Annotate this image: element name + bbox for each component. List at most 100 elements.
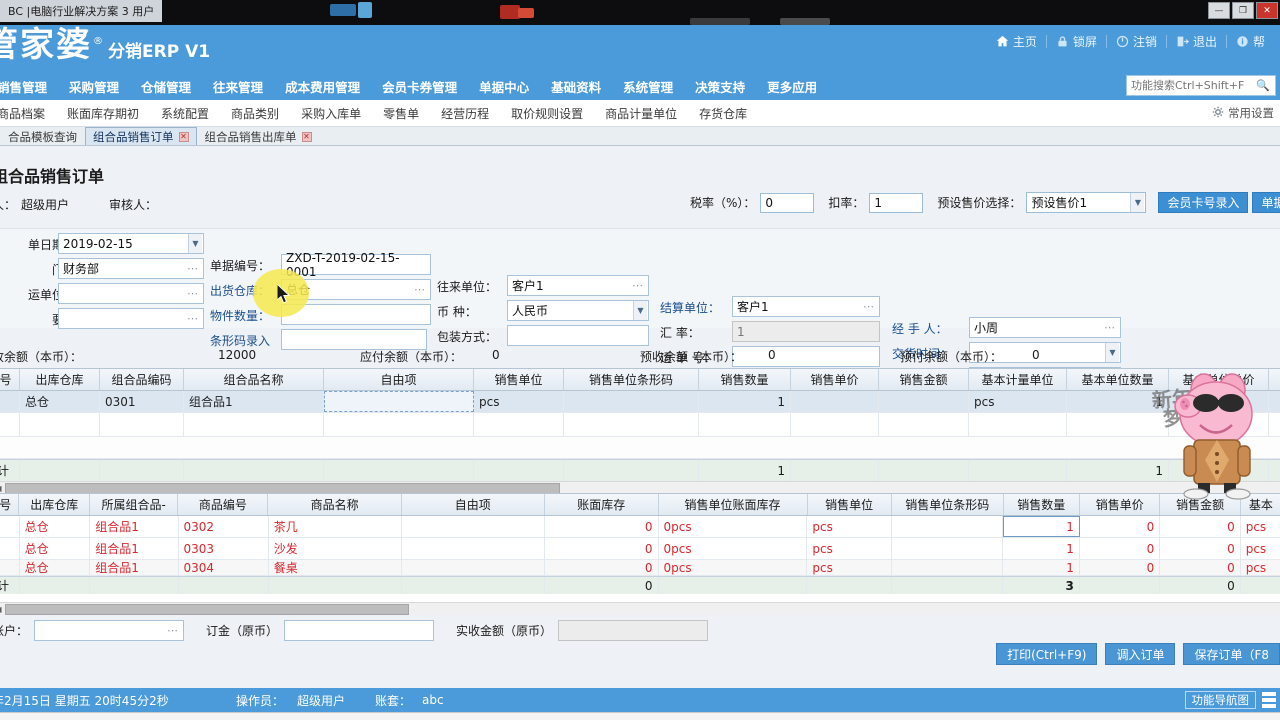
cell-sales-unit-book-inventory[interactable]: 0pcs bbox=[659, 538, 808, 559]
menu-item-decision[interactable]: 决策支持 bbox=[684, 77, 756, 96]
cell-sales-unit-barcode[interactable] bbox=[892, 538, 1004, 559]
tax-rate-input[interactable]: 0 bbox=[760, 193, 814, 213]
document-assistant-button[interactable]: 单据助手 bbox=[1252, 192, 1280, 213]
col-book-inventory[interactable]: 账面库存 bbox=[545, 494, 659, 515]
search-input[interactable] bbox=[1127, 78, 1255, 93]
menu-item-transactions[interactable]: 往来管理 bbox=[202, 77, 274, 96]
menu-item-more-apps[interactable]: 更多应用 bbox=[756, 77, 828, 96]
summary-input[interactable]: ⋯ bbox=[58, 308, 204, 329]
cell-sales-unit[interactable]: pcs bbox=[474, 391, 564, 412]
col-sales-unit-barcode[interactable]: 销售单位条形码 bbox=[564, 369, 699, 390]
close-button[interactable]: ✕ bbox=[1256, 2, 1278, 19]
cell-sales-unit[interactable] bbox=[474, 413, 564, 436]
cell-book-inventory[interactable]: 0 bbox=[545, 516, 659, 537]
cell-free-item[interactable] bbox=[324, 413, 474, 436]
cell-outbound-warehouse[interactable]: 总仓 bbox=[20, 560, 91, 575]
cell-product-name[interactable]: 沙发 bbox=[269, 538, 402, 559]
col-sales-price[interactable]: 销售单价 bbox=[1080, 494, 1160, 515]
table-row[interactable]: 总仓 组合品1 0303 沙发 0 0pcs pcs 1 0 0 pcs bbox=[0, 538, 1280, 560]
cell-outbound-warehouse[interactable]: 总仓 bbox=[20, 538, 91, 559]
cell-sales-unit-barcode[interactable] bbox=[564, 391, 699, 412]
cell-parent-combo[interactable]: 组合品1 bbox=[90, 538, 178, 559]
tab-combo-template-query[interactable]: 合品模板查询 bbox=[0, 127, 85, 145]
cell-product-name[interactable]: 餐桌 bbox=[269, 560, 402, 575]
waybill-input[interactable] bbox=[732, 346, 880, 367]
cell-base[interactable]: pcs bbox=[1241, 538, 1280, 559]
cell-combo-code[interactable]: 0301 bbox=[100, 391, 184, 412]
cell-sales-qty[interactable]: 1 bbox=[1003, 538, 1080, 559]
cell-free-item[interactable] bbox=[402, 560, 545, 575]
cell-base[interactable]: pcs bbox=[1241, 516, 1280, 537]
cell-sales-price[interactable]: 0 bbox=[1080, 516, 1160, 537]
table-row[interactable]: 总仓 组合品1 0302 茶几 0 0pcs pcs 1 0 0 pcs bbox=[0, 516, 1280, 538]
cell-sales-amount[interactable]: 0 bbox=[1160, 560, 1240, 575]
col-free-item[interactable]: 自由项 bbox=[324, 369, 474, 390]
cell-combo-code[interactable] bbox=[100, 413, 184, 436]
menu-item-membercard[interactable]: 会员卡券管理 bbox=[371, 77, 468, 96]
shortcut-stock-warehouse[interactable]: 存货仓库 bbox=[688, 105, 758, 122]
function-search-box[interactable]: 🔍 bbox=[1126, 75, 1276, 96]
lookup-ellipsis-icon[interactable]: ⋯ bbox=[187, 312, 199, 325]
deposit-input[interactable] bbox=[284, 620, 434, 641]
cell-base[interactable]: pcs bbox=[1241, 560, 1280, 575]
cell-product-code[interactable]: 0304 bbox=[179, 560, 269, 575]
account-input[interactable]: ⋯ bbox=[34, 620, 184, 641]
cell-combo-name[interactable] bbox=[184, 413, 324, 436]
menu-item-purchase[interactable]: 采购管理 bbox=[58, 77, 130, 96]
cell-sales-qty[interactable]: 1 bbox=[1003, 560, 1080, 575]
col-index[interactable]: 号 bbox=[0, 494, 19, 515]
shortcut-product-category[interactable]: 商品类别 bbox=[220, 105, 290, 122]
cell-book-inventory[interactable]: 0 bbox=[545, 560, 659, 575]
cell-sales-unit-book-inventory[interactable]: 0pcs bbox=[659, 516, 808, 537]
preset-price-select[interactable]: 预设售价1 ▼ bbox=[1026, 192, 1146, 213]
cell-sales-amount[interactable]: 0 bbox=[1160, 538, 1240, 559]
table-row[interactable]: 总仓 0301 组合品1 pcs 1 pcs 1 bbox=[0, 391, 1280, 413]
col-sales-amount[interactable]: 销售金额 bbox=[879, 369, 969, 390]
chevron-down-icon[interactable]: ▼ bbox=[188, 234, 202, 253]
menu-item-sales[interactable]: 销售管理 bbox=[0, 77, 58, 96]
col-sales-price[interactable]: 销售单价 bbox=[791, 369, 879, 390]
menu-item-warehouse[interactable]: 仓储管理 bbox=[130, 77, 202, 96]
col-index[interactable]: 号 bbox=[0, 369, 20, 390]
shortcut-pricing-rules[interactable]: 取价规则设置 bbox=[500, 105, 594, 122]
col-combo-code[interactable]: 组合品编码 bbox=[100, 369, 184, 390]
col-base-qty[interactable]: 基本单位数量 bbox=[1067, 369, 1169, 390]
col-sales-unit-book-inventory[interactable]: 销售单位账面库存 bbox=[659, 494, 808, 515]
cell-combo-name[interactable]: 组合品1 bbox=[184, 391, 324, 412]
cell-outbound-warehouse[interactable]: 总仓 bbox=[20, 391, 100, 412]
header-link-lock[interactable]: 锁屏 bbox=[1047, 33, 1106, 50]
cell-sales-qty[interactable] bbox=[699, 413, 791, 436]
cell-product-code[interactable]: 0302 bbox=[179, 516, 269, 537]
maximize-button[interactable]: ❐ bbox=[1232, 2, 1254, 19]
scroll-thumb[interactable] bbox=[5, 483, 560, 494]
cell-free-item[interactable] bbox=[402, 516, 545, 537]
window-controls[interactable]: — ❐ ✕ bbox=[1208, 2, 1278, 19]
chevron-down-icon[interactable]: ▼ bbox=[1130, 193, 1144, 212]
col-product-name[interactable]: 商品名称 bbox=[268, 494, 401, 515]
cell-parent-combo[interactable]: 组合品1 bbox=[90, 516, 178, 537]
cell-product-code[interactable]: 0303 bbox=[179, 538, 269, 559]
cell-sales-price[interactable]: 0 bbox=[1080, 560, 1160, 575]
lookup-ellipsis-icon[interactable]: ⋯ bbox=[187, 287, 199, 300]
col-combo-name[interactable]: 组合品名称 bbox=[184, 369, 324, 390]
cell-sales-amount[interactable]: 0 bbox=[1160, 516, 1240, 537]
menu-item-basic-data[interactable]: 基础资料 bbox=[540, 77, 612, 96]
save-order-button[interactable]: 保存订单（F8 bbox=[1183, 643, 1280, 665]
tab-close-icon[interactable]: ✕ bbox=[179, 132, 189, 142]
col-base-unit[interactable]: 基本计量单位 bbox=[969, 369, 1067, 390]
shortcut-purchase-inbound[interactable]: 采购入库单 bbox=[290, 105, 372, 122]
table-row[interactable]: 总仓 组合品1 0304 餐桌 0 0pcs pcs 1 0 0 pcs bbox=[0, 560, 1280, 576]
cell-outbound-warehouse[interactable] bbox=[20, 413, 100, 436]
order-date-input[interactable]: 2019-02-15 ▼ bbox=[58, 233, 204, 254]
member-card-entry-button[interactable]: 会员卡号录入 bbox=[1158, 192, 1248, 213]
col-outbound-warehouse[interactable]: 出库仓库 bbox=[19, 494, 90, 515]
discount-input[interactable]: 1 bbox=[869, 193, 923, 213]
menu-item-document-center[interactable]: 单据中心 bbox=[468, 77, 540, 96]
cell-free-item[interactable] bbox=[324, 391, 474, 412]
header-link-help[interactable]: 帮 bbox=[1227, 33, 1274, 50]
cell-sales-unit-barcode[interactable] bbox=[892, 560, 1004, 575]
shortcut-system-config[interactable]: 系统配置 bbox=[150, 105, 220, 122]
cell-sales-unit[interactable]: pcs bbox=[807, 560, 891, 575]
shortcut-measure-units[interactable]: 商品计量单位 bbox=[594, 105, 688, 122]
cell-sales-unit-barcode[interactable] bbox=[564, 413, 699, 436]
